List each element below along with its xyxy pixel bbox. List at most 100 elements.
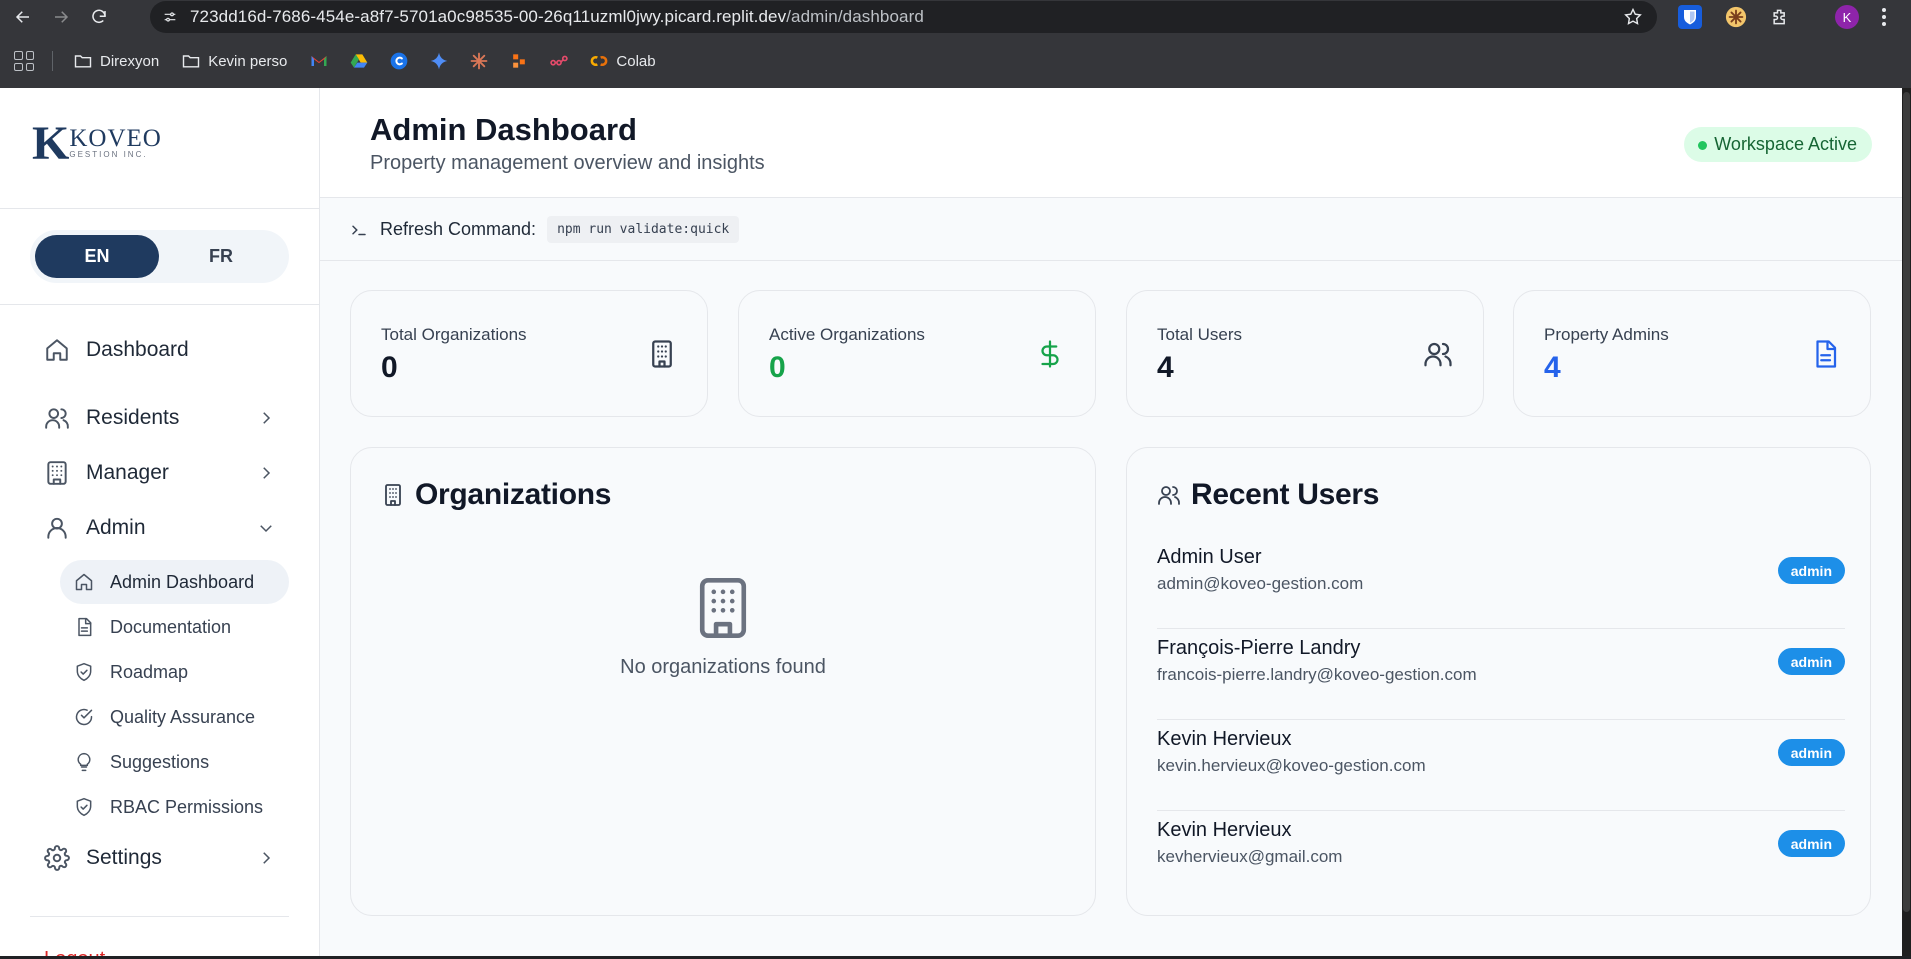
lightbulb-icon bbox=[74, 752, 94, 772]
folder-icon bbox=[74, 55, 92, 68]
organizations-empty-state: No organizations found bbox=[351, 578, 1095, 679]
page-scrollbar[interactable] bbox=[1902, 88, 1911, 959]
user-email: kevin.hervieux@koveo-gestion.com bbox=[1157, 756, 1426, 775]
chevron-right-icon bbox=[257, 409, 275, 427]
browser-menu-icon[interactable] bbox=[1874, 7, 1894, 27]
chevron-down-icon bbox=[257, 519, 275, 537]
sidebar: K KOVEO GESTION INC. EN FR Dashboard Res… bbox=[0, 88, 320, 959]
zapier-icon[interactable] bbox=[509, 51, 529, 71]
user-row[interactable]: Kevin Hervieux kevin.hervieux@koveo-gest… bbox=[1157, 720, 1845, 811]
sidebar-item-manager[interactable]: Manager bbox=[30, 451, 289, 495]
refresh-command-code[interactable]: npm run validate:quick bbox=[547, 216, 740, 243]
users-icon bbox=[1158, 486, 1180, 505]
bookmark-colab[interactable]: Colab bbox=[589, 51, 656, 71]
lang-fr-button[interactable]: FR bbox=[159, 235, 283, 278]
document-icon bbox=[1810, 339, 1840, 369]
home-icon bbox=[74, 572, 94, 592]
scrollbar-thumb[interactable] bbox=[1903, 92, 1910, 912]
sidebar-item-residents[interactable]: Residents bbox=[30, 396, 289, 440]
sidebar-item-documentation[interactable]: Documentation bbox=[60, 605, 289, 649]
role-badge: admin bbox=[1777, 739, 1845, 766]
user-row[interactable]: François-Pierre Landry francois-pierre.l… bbox=[1157, 629, 1845, 720]
user-email: admin@koveo-gestion.com bbox=[1157, 574, 1364, 593]
browser-toolbar: 723dd16d-7686-454e-a8f7-5701a0c98535-00-… bbox=[0, 0, 1911, 34]
refresh-command-bar: Refresh Command: npm run validate:quick bbox=[320, 199, 1902, 261]
reload-icon bbox=[92, 9, 106, 24]
sidebar-item-dashboard[interactable]: Dashboard bbox=[30, 328, 289, 372]
gear-icon bbox=[44, 845, 70, 871]
chevron-right-icon bbox=[257, 849, 275, 867]
profile-avatar[interactable]: K bbox=[1835, 5, 1859, 29]
link-icon[interactable] bbox=[549, 51, 569, 71]
arrow-right-icon bbox=[55, 11, 69, 23]
building-icon bbox=[699, 578, 747, 638]
building-icon bbox=[44, 460, 70, 486]
arrow-left-icon bbox=[15, 11, 29, 23]
page-title: Admin Dashboard bbox=[370, 112, 637, 147]
check-circle-icon bbox=[74, 707, 94, 727]
user-email: francois-pierre.landry@koveo-gestion.com bbox=[1157, 665, 1477, 684]
workspace-status-badge: Workspace Active bbox=[1684, 127, 1872, 162]
sidebar-item-suggestions[interactable]: Suggestions bbox=[60, 740, 289, 784]
sidebar-item-settings[interactable]: Settings bbox=[30, 836, 289, 880]
page-subtitle: Property management overview and insight… bbox=[370, 152, 765, 174]
claude-icon[interactable] bbox=[469, 51, 489, 71]
user-name: Admin User bbox=[1157, 546, 1262, 568]
organizations-panel: Organizations No organizations found bbox=[350, 447, 1096, 916]
building-icon bbox=[385, 484, 401, 506]
role-badge: admin bbox=[1777, 557, 1845, 584]
koveo-logo[interactable]: K KOVEO GESTION INC. bbox=[32, 120, 162, 168]
forward-button[interactable] bbox=[42, 0, 80, 34]
claude-extension-icon[interactable] bbox=[1724, 5, 1748, 29]
lang-en-button[interactable]: EN bbox=[35, 235, 159, 278]
home-icon bbox=[44, 337, 70, 363]
building-icon bbox=[647, 339, 677, 369]
apps-grid-icon[interactable] bbox=[14, 51, 34, 71]
back-button[interactable] bbox=[4, 0, 42, 34]
sidebar-item-admin-dashboard[interactable]: Admin Dashboard bbox=[60, 560, 289, 604]
site-info-icon[interactable] bbox=[150, 9, 190, 25]
user-row[interactable]: Admin User admin@koveo-gestion.com admin bbox=[1157, 538, 1845, 629]
sidebar-item-roadmap[interactable]: Roadmap bbox=[60, 650, 289, 694]
document-icon bbox=[74, 617, 94, 637]
page-header: Admin Dashboard Property management over… bbox=[320, 88, 1902, 198]
sidebar-item-rbac-permissions[interactable]: RBAC Permissions bbox=[60, 785, 289, 829]
role-badge: admin bbox=[1777, 648, 1845, 675]
address-bar[interactable]: 723dd16d-7686-454e-a8f7-5701a0c98535-00-… bbox=[150, 1, 1657, 33]
c-icon[interactable] bbox=[389, 51, 409, 71]
user-row[interactable]: Kevin Hervieux kevhervieux@gmail.com adm… bbox=[1157, 811, 1845, 902]
chevron-right-icon bbox=[257, 464, 275, 482]
recent-users-panel: Recent Users Admin User admin@koveo-gest… bbox=[1126, 447, 1871, 916]
stat-card-active-organizations: Active Organizations 0 bbox=[738, 290, 1096, 417]
bitwarden-extension-icon[interactable] bbox=[1678, 5, 1702, 29]
dollar-icon bbox=[1035, 339, 1065, 369]
google-drive-icon[interactable] bbox=[349, 51, 369, 71]
users-icon bbox=[44, 405, 70, 431]
shield-check-icon bbox=[74, 797, 94, 817]
user-name: François-Pierre Landry bbox=[1157, 637, 1361, 659]
folder-icon bbox=[182, 55, 200, 68]
organizations-title: Organizations bbox=[415, 478, 612, 511]
stat-card-total-organizations: Total Organizations 0 bbox=[350, 290, 708, 417]
gemini-icon[interactable] bbox=[429, 51, 449, 71]
reload-button[interactable] bbox=[80, 0, 118, 34]
stat-card-property-admins: Property Admins 4 bbox=[1513, 290, 1871, 417]
status-dot bbox=[1698, 141, 1708, 150]
role-badge: admin bbox=[1777, 830, 1845, 857]
user-icon bbox=[44, 515, 70, 541]
bookmark-kevin-perso[interactable]: Kevin perso bbox=[181, 51, 287, 71]
bookmarks-bar: Direxyon Kevin perso Colab bbox=[0, 34, 1911, 88]
gmail-icon[interactable] bbox=[309, 51, 329, 71]
url-text: 723dd16d-7686-454e-a8f7-5701a0c98535-00-… bbox=[190, 7, 924, 26]
extensions-puzzle-icon[interactable] bbox=[1768, 5, 1792, 29]
bookmarks-divider bbox=[52, 51, 53, 71]
sidebar-item-admin[interactable]: Admin bbox=[30, 506, 289, 550]
user-email: kevhervieux@gmail.com bbox=[1157, 847, 1343, 866]
user-name: Kevin Hervieux bbox=[1157, 819, 1292, 841]
sidebar-divider bbox=[0, 304, 319, 305]
sidebar-item-quality-assurance[interactable]: Quality Assurance bbox=[60, 695, 289, 739]
recent-users-title: Recent Users bbox=[1191, 478, 1380, 511]
bookmark-direxyon[interactable]: Direxyon bbox=[73, 51, 159, 71]
user-name: Kevin Hervieux bbox=[1157, 728, 1292, 750]
bookmark-star-icon[interactable] bbox=[1623, 7, 1643, 32]
